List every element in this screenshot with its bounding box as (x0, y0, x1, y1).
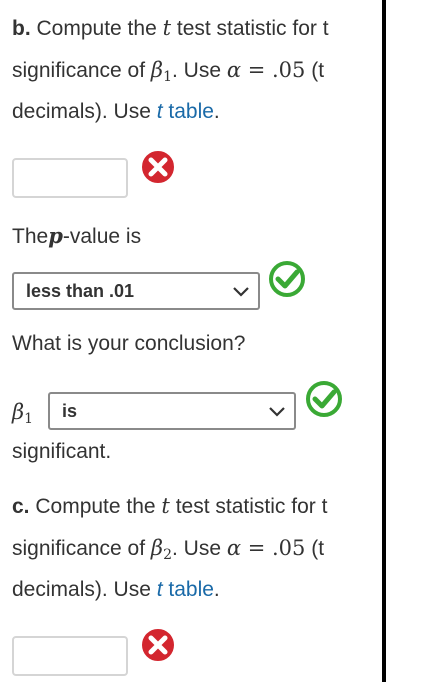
x-circle-icon (140, 627, 176, 663)
chevron-down-icon (269, 407, 285, 417)
conclusion-after-text: significant. (12, 440, 112, 463)
pvalue-select[interactable]: less than .01 (12, 272, 260, 310)
t-table-link[interactable]: t table (157, 100, 214, 123)
part-b-line-1: b. Compute the t test statistic for t (12, 16, 329, 40)
part-c-answer-input[interactable] (12, 636, 128, 676)
part-b-letter: b. (12, 17, 31, 40)
part-c-line-2: significance of β2. Use α = .05 (t (12, 536, 325, 563)
check-circle-icon (306, 381, 342, 417)
conclusion-select[interactable]: is (48, 392, 296, 430)
part-b-line-3: decimals). Use t table. (12, 100, 220, 123)
conclusion-beta: β1 (12, 400, 34, 427)
part-c-line-1: c. Compute the t test statistic for t (12, 494, 328, 518)
pvalue-label: Thep-value is (12, 223, 142, 248)
x-circle-icon (140, 149, 176, 185)
part-b-line-2: significance of β1. Use α = .05 (t (12, 58, 325, 85)
part-c-line-3: decimals). Use t table. (12, 578, 220, 601)
check-circle-icon (269, 261, 305, 297)
chevron-down-icon (233, 287, 249, 297)
t-table-link[interactable]: t table (157, 578, 214, 601)
part-b-answer-input[interactable] (12, 158, 128, 198)
conclusion-question: What is your conclusion? (12, 332, 246, 355)
question-panel: b. Compute the t test statistic for t si… (0, 0, 382, 682)
part-c-letter: c. (12, 495, 30, 518)
panel-divider (382, 0, 386, 682)
